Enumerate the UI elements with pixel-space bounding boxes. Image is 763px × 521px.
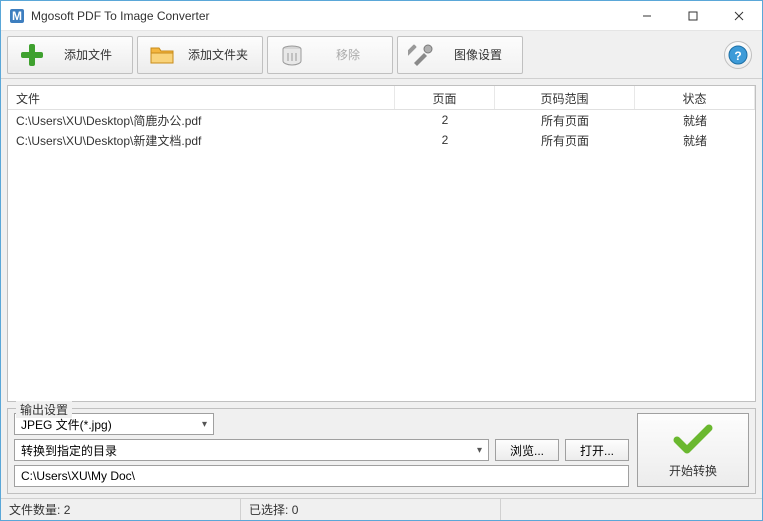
svg-text:?: ? bbox=[734, 49, 741, 63]
folder-icon bbox=[148, 41, 176, 69]
table-row[interactable]: C:\Users\XU\Desktop\简鹿办公.pdf 2 所有页面 就绪 bbox=[8, 110, 755, 130]
status-empty bbox=[501, 499, 762, 520]
tools-icon bbox=[408, 41, 436, 69]
window-controls bbox=[624, 1, 762, 30]
cell-status: 就绪 bbox=[635, 130, 755, 151]
destination-mode-value: 转换到指定的目录 bbox=[21, 442, 117, 459]
toolbar: 添加文件 添加文件夹 移除 图像设置 ? bbox=[1, 31, 762, 79]
output-settings-group: 输出设置 JPEG 文件(*.jpg) ▾ 转换到指定的目录 ▾ 浏览... 打… bbox=[7, 408, 756, 494]
start-convert-button[interactable]: 开始转换 bbox=[637, 413, 749, 487]
help-icon: ? bbox=[728, 45, 748, 65]
minimize-button[interactable] bbox=[624, 1, 670, 30]
cell-file: C:\Users\XU\Desktop\简鹿办公.pdf bbox=[8, 110, 395, 131]
remove-label: 移除 bbox=[314, 46, 382, 63]
status-file-count: 文件数量: 2 bbox=[1, 499, 241, 520]
output-path-value: C:\Users\XU\My Doc\ bbox=[21, 469, 135, 483]
trash-icon bbox=[278, 41, 306, 69]
file-list-panel: 文件 页面 页码范围 状态 C:\Users\XU\Desktop\简鹿办公.p… bbox=[7, 85, 756, 402]
add-file-label: 添加文件 bbox=[54, 46, 122, 63]
table-row[interactable]: C:\Users\XU\Desktop\新建文档.pdf 2 所有页面 就绪 bbox=[8, 130, 755, 150]
destination-mode-select[interactable]: 转换到指定的目录 ▾ bbox=[14, 439, 489, 461]
checkmark-icon bbox=[673, 422, 713, 456]
help-button[interactable]: ? bbox=[724, 41, 752, 69]
status-selected: 已选择: 0 bbox=[241, 499, 501, 520]
format-value: JPEG 文件(*.jpg) bbox=[21, 416, 112, 433]
add-folder-button[interactable]: 添加文件夹 bbox=[137, 36, 263, 74]
list-body[interactable]: C:\Users\XU\Desktop\简鹿办公.pdf 2 所有页面 就绪 C… bbox=[8, 110, 755, 401]
svg-text:M: M bbox=[12, 9, 22, 23]
cell-range: 所有页面 bbox=[495, 130, 635, 151]
image-settings-label: 图像设置 bbox=[444, 46, 512, 63]
col-pages-header[interactable]: 页面 bbox=[395, 86, 495, 109]
start-label: 开始转换 bbox=[669, 462, 717, 479]
chevron-down-icon: ▾ bbox=[202, 419, 207, 430]
add-folder-label: 添加文件夹 bbox=[184, 46, 252, 63]
window-title: Mgosoft PDF To Image Converter bbox=[31, 9, 624, 23]
cell-status: 就绪 bbox=[635, 110, 755, 131]
app-icon: M bbox=[9, 8, 25, 24]
list-header: 文件 页面 页码范围 状态 bbox=[8, 86, 755, 110]
cell-file: C:\Users\XU\Desktop\新建文档.pdf bbox=[8, 130, 395, 151]
col-range-header[interactable]: 页码范围 bbox=[495, 86, 635, 109]
add-file-button[interactable]: 添加文件 bbox=[7, 36, 133, 74]
cell-pages: 2 bbox=[395, 131, 495, 149]
output-path-input[interactable]: C:\Users\XU\My Doc\ bbox=[14, 465, 629, 487]
maximize-button[interactable] bbox=[670, 1, 716, 30]
close-button[interactable] bbox=[716, 1, 762, 30]
cell-pages: 2 bbox=[395, 111, 495, 129]
plus-icon bbox=[18, 41, 46, 69]
col-file-header[interactable]: 文件 bbox=[8, 86, 395, 109]
output-legend: 输出设置 bbox=[16, 401, 72, 418]
chevron-down-icon: ▾ bbox=[477, 445, 482, 456]
browse-button[interactable]: 浏览... bbox=[495, 439, 559, 461]
open-button[interactable]: 打开... bbox=[565, 439, 629, 461]
remove-button[interactable]: 移除 bbox=[267, 36, 393, 74]
col-status-header[interactable]: 状态 bbox=[635, 86, 755, 109]
status-bar: 文件数量: 2 已选择: 0 bbox=[1, 498, 762, 520]
title-bar: M Mgosoft PDF To Image Converter bbox=[1, 1, 762, 31]
cell-range: 所有页面 bbox=[495, 110, 635, 131]
image-settings-button[interactable]: 图像设置 bbox=[397, 36, 523, 74]
